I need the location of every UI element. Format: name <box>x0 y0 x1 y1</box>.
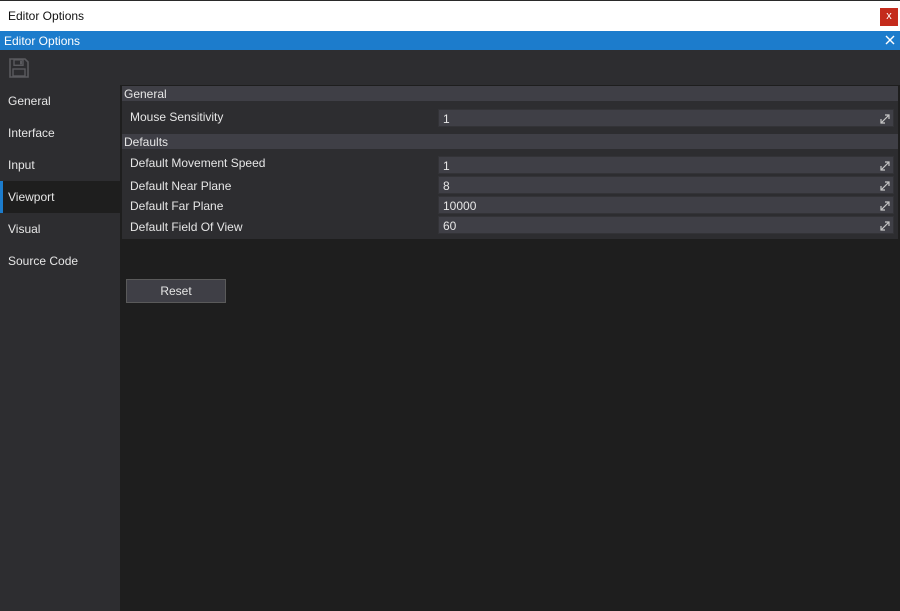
property-value: 10000 <box>443 199 477 213</box>
sidebar-item-label: General <box>8 94 51 108</box>
property-value: 1 <box>443 112 450 126</box>
expand-icon[interactable] <box>880 160 890 171</box>
default-movement-speed-field[interactable]: 1 <box>438 156 894 174</box>
close-icon[interactable] <box>883 32 897 48</box>
editor-tab-bar: Editor Options <box>0 31 900 50</box>
group-title: General <box>124 87 167 101</box>
window-title: Editor Options <box>8 9 85 23</box>
reset-button[interactable]: Reset <box>126 279 226 303</box>
property-value: 60 <box>443 219 457 233</box>
options-content: General Mouse Sensitivity 1 Defaults Def… <box>120 85 900 611</box>
sidebar-item-label: Source Code <box>8 254 79 268</box>
group-body-general: Mouse Sensitivity 1 <box>122 101 898 134</box>
group-body-defaults: Default Movement Speed 1 Default Near Pl… <box>122 149 898 239</box>
property-label: Mouse Sensitivity <box>130 110 224 124</box>
group-title: Defaults <box>124 135 169 149</box>
options-sidebar: General Interface Input Viewport Visual … <box>0 85 120 611</box>
expand-icon[interactable] <box>880 180 890 191</box>
sidebar-item-label: Visual <box>8 222 41 236</box>
sidebar-item-label: Interface <box>8 126 55 140</box>
sidebar-item-input[interactable]: Input <box>0 149 120 181</box>
toolbar <box>0 50 900 85</box>
property-label: Default Far Plane <box>130 199 224 213</box>
sidebar-item-label: Viewport <box>8 190 55 204</box>
default-field-of-view-field[interactable]: 60 <box>438 216 894 234</box>
expand-icon[interactable] <box>880 113 890 124</box>
window-close-button[interactable]: x <box>880 8 898 26</box>
os-title-bar: Editor Options x <box>0 0 900 31</box>
default-near-plane-field[interactable]: 8 <box>438 176 894 194</box>
tab-title: Editor Options <box>4 34 81 48</box>
sidebar-item-general[interactable]: General <box>0 85 120 117</box>
expand-icon[interactable] <box>880 220 890 231</box>
sidebar-item-viewport[interactable]: Viewport <box>0 181 120 213</box>
property-label: Default Field Of View <box>130 220 243 234</box>
property-label: Default Near Plane <box>130 179 232 193</box>
property-value: 8 <box>443 179 450 193</box>
group-header-defaults[interactable]: Defaults <box>122 134 898 149</box>
property-value: 1 <box>443 159 450 173</box>
expand-icon[interactable] <box>880 200 890 211</box>
sidebar-item-label: Input <box>8 158 35 172</box>
default-far-plane-field[interactable]: 10000 <box>438 196 894 214</box>
sidebar-item-source-code[interactable]: Source Code <box>0 245 120 277</box>
sidebar-item-visual[interactable]: Visual <box>0 213 120 245</box>
save-icon[interactable] <box>8 57 30 79</box>
group-header-general[interactable]: General <box>122 86 898 101</box>
mouse-sensitivity-field[interactable]: 1 <box>438 109 894 127</box>
sidebar-item-interface[interactable]: Interface <box>0 117 120 149</box>
property-label: Default Movement Speed <box>130 156 266 170</box>
